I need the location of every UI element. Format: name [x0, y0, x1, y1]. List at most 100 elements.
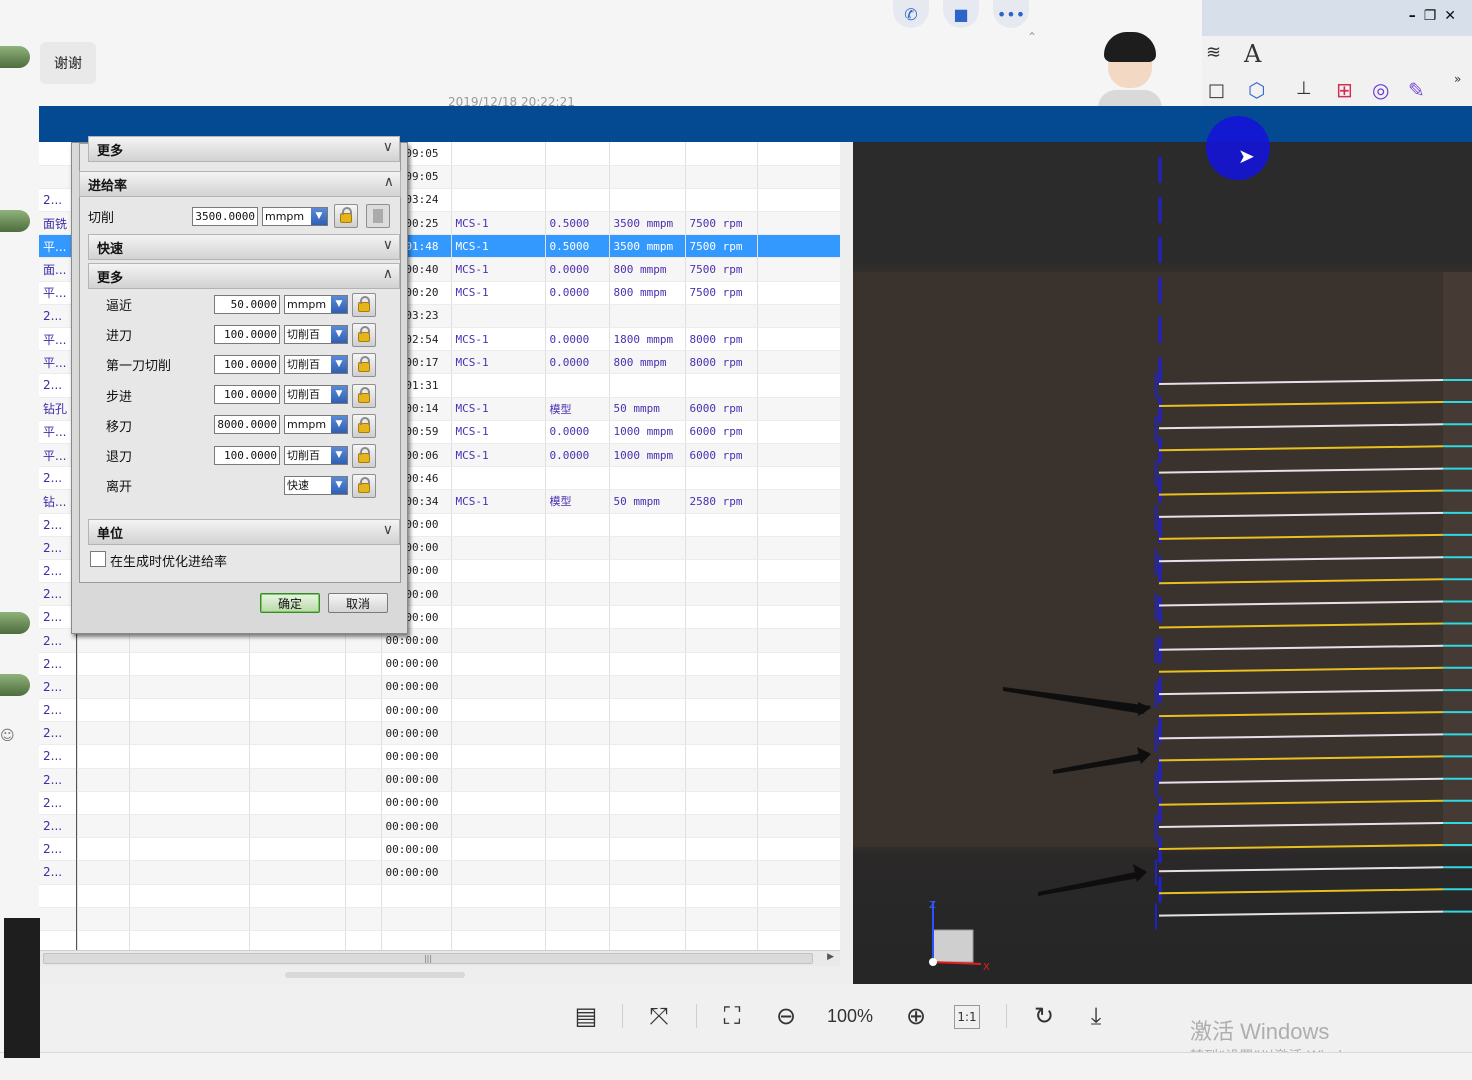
lock-icon[interactable] — [352, 474, 376, 499]
table-cell[interactable] — [77, 652, 130, 676]
table-cell[interactable] — [757, 814, 840, 839]
param-value-input[interactable]: 100.0000 — [214, 354, 280, 374]
table-cell[interactable] — [249, 698, 346, 723]
cell-name[interactable]: 2... — [39, 652, 78, 676]
cell-v1[interactable]: 模型 — [545, 397, 610, 421]
cell-mcs[interactable] — [451, 188, 546, 213]
cell-mcs[interactable] — [451, 582, 546, 607]
section-more-top[interactable]: 更多 ∨ — [88, 136, 400, 162]
cell-name[interactable]: 2... — [39, 721, 78, 746]
cell-mcs[interactable] — [451, 698, 546, 723]
cell-v1[interactable] — [545, 884, 610, 908]
cell-mcs[interactable] — [451, 721, 546, 746]
table-cell[interactable] — [757, 327, 840, 352]
cell-n[interactable] — [345, 652, 382, 676]
cell-v1[interactable] — [545, 605, 610, 630]
avatar[interactable] — [0, 612, 30, 634]
param-value-input[interactable]: 50.0000 — [214, 294, 280, 314]
section-rapid[interactable]: 快速 ∨ — [88, 234, 400, 260]
cell-mcs[interactable] — [451, 304, 546, 329]
table-cell[interactable] — [249, 907, 346, 931]
grid-icon[interactable]: ⊞ — [1336, 78, 1353, 102]
table-row[interactable]: 2... 00:00:00 — [39, 814, 840, 839]
table-cell[interactable] — [129, 930, 250, 952]
table-cell[interactable] — [129, 744, 250, 769]
collapse-icon[interactable]: ⌃ — [1027, 30, 1037, 44]
cell-v1[interactable] — [545, 559, 610, 584]
cell-name[interactable] — [39, 884, 78, 908]
chevron-up-icon[interactable]: ∧ — [383, 266, 393, 282]
cell-feed[interactable]: 3500 mmpm — [609, 234, 686, 259]
section-units[interactable]: 单位 ∨ — [88, 519, 400, 545]
table-cell[interactable] — [77, 698, 130, 723]
cell-speed[interactable] — [685, 907, 758, 931]
cell-speed[interactable]: 6000 rpm — [685, 420, 758, 444]
cell-v1[interactable]: 模型 — [545, 489, 610, 514]
table-row[interactable] — [39, 930, 840, 952]
cell-mcs[interactable]: MCS-1 — [451, 257, 546, 282]
cell-v1[interactable] — [545, 860, 610, 885]
cell-feed[interactable]: 3500 mmpm — [609, 211, 686, 236]
dropdown-arrow-icon[interactable]: ▼ — [331, 355, 347, 373]
cell-speed[interactable] — [685, 744, 758, 769]
cell-speed[interactable] — [685, 142, 758, 166]
table-cell[interactable] — [129, 791, 250, 815]
cell-n[interactable] — [345, 675, 382, 700]
cell-name[interactable]: 2... — [39, 675, 78, 700]
cell-speed[interactable] — [685, 165, 758, 189]
table-cell[interactable] — [129, 860, 250, 885]
table-cell[interactable] — [129, 721, 250, 746]
cell-time[interactable]: 00:00:00 — [381, 744, 452, 769]
cell-feed[interactable]: 1000 mmpm — [609, 420, 686, 444]
table-cell[interactable] — [77, 768, 130, 792]
cell-feed[interactable] — [609, 304, 686, 329]
cell-mcs[interactable] — [451, 142, 546, 166]
cell-speed[interactable] — [685, 884, 758, 908]
more-icon[interactable]: ••• — [993, 0, 1029, 28]
scrollbar-thumb[interactable] — [285, 972, 465, 978]
cell-n[interactable] — [345, 930, 382, 952]
cell-feed[interactable] — [609, 744, 686, 769]
cell-v1[interactable] — [545, 165, 610, 189]
lock-icon[interactable] — [334, 204, 358, 228]
scrollbar-thumb[interactable]: ||| — [43, 953, 813, 964]
cell-feed[interactable] — [609, 930, 686, 952]
video-icon[interactable]: ■ — [943, 0, 979, 28]
table-row[interactable]: 2... 00:00:00 — [39, 698, 840, 723]
table-cell[interactable] — [757, 605, 840, 630]
cell-speed[interactable] — [685, 466, 758, 491]
cell-speed[interactable] — [685, 513, 758, 537]
param-unit-select[interactable]: mmpm ▼ — [284, 415, 348, 435]
cell-time[interactable] — [381, 884, 452, 908]
avatar[interactable] — [0, 674, 30, 696]
cell-time[interactable] — [381, 930, 452, 952]
table-cell[interactable] — [757, 791, 840, 815]
cell-speed[interactable] — [685, 536, 758, 560]
table-cell[interactable] — [757, 628, 840, 653]
circle-icon[interactable]: ◎ — [1372, 78, 1389, 102]
cell-time[interactable]: 00:00:00 — [381, 675, 452, 700]
cell-mcs[interactable] — [451, 675, 546, 700]
cell-mcs[interactable]: MCS-1 — [451, 281, 546, 305]
dropdown-arrow-icon[interactable]: ▼ — [331, 386, 347, 404]
cell-name[interactable]: 2... — [39, 791, 78, 815]
cell-feed[interactable] — [609, 165, 686, 189]
param-unit-select[interactable]: 快速 ▼ — [284, 475, 348, 495]
table-row[interactable]: 2... 00:00:00 — [39, 860, 840, 885]
table-cell[interactable] — [249, 884, 346, 908]
cell-time[interactable]: 00:00:00 — [381, 768, 452, 792]
param-unit-select[interactable]: 切削百 ▼ — [284, 354, 348, 374]
fit-icon[interactable]: ⤧ — [643, 1000, 675, 1032]
table-row[interactable] — [39, 907, 840, 931]
cell-v1[interactable] — [545, 628, 610, 653]
layout-icon[interactable]: ▤ — [570, 1000, 602, 1032]
lock-icon[interactable] — [352, 353, 376, 378]
overflow-icon[interactable]: » — [1454, 72, 1461, 86]
param-value-input[interactable]: 8000.0000 — [214, 415, 280, 435]
cell-mcs[interactable] — [451, 466, 546, 491]
table-cell[interactable] — [249, 721, 346, 746]
table-cell[interactable] — [757, 489, 840, 514]
cell-n[interactable] — [345, 744, 382, 769]
cell-v1[interactable] — [545, 768, 610, 792]
cell-name[interactable]: 2... — [39, 768, 78, 792]
